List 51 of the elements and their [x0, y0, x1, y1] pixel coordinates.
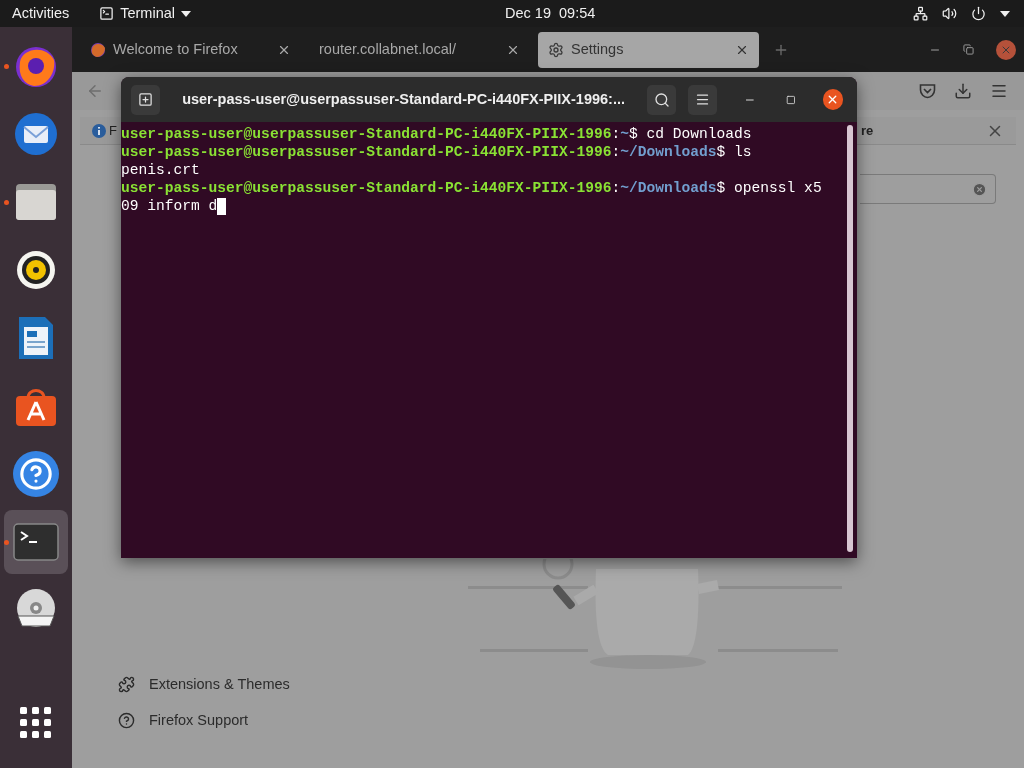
power-icon[interactable]: [971, 6, 986, 21]
tab-title: Settings: [571, 39, 624, 59]
menu-icon[interactable]: [990, 82, 1008, 100]
new-tab-button[interactable]: [131, 84, 161, 115]
menu-button[interactable]: [688, 84, 718, 115]
clock: Dec 19 09:54: [505, 3, 596, 23]
help-icon: [13, 451, 59, 497]
window-title: user-pass-user@userpassuser-Standard-PC-i440FX-PIIX-1996:...: [182, 89, 625, 109]
terminal-line: user-pass-user@userpassuser-Standard-PC-i440FX-PIIX-1996:~/Downloads$ ls: [121, 143, 752, 161]
terminal-icon: [99, 6, 115, 21]
terminal-line: penis.crt: [121, 161, 200, 179]
tab-title: router.collabnet.local/: [319, 39, 457, 59]
grid-icon: [20, 707, 52, 739]
info-icon: [92, 123, 106, 138]
terminal-line: 09 inform d: [121, 197, 218, 215]
download-icon[interactable]: [954, 82, 972, 100]
volume-icon[interactable]: [942, 6, 957, 21]
browser-tab[interactable]: router.collabnet.local/: [309, 31, 530, 68]
browser-tab[interactable]: Settings: [538, 31, 759, 68]
activities-button[interactable]: Activities: [12, 2, 70, 25]
pocket-icon[interactable]: [919, 83, 936, 99]
footer-link[interactable]: Extensions & Themes: [118, 674, 1024, 696]
close-button[interactable]: [822, 89, 843, 110]
speaker-icon: [16, 250, 56, 290]
search-button[interactable]: [647, 84, 677, 115]
app-menu[interactable]: Terminal: [99, 2, 191, 25]
footer-link[interactable]: Firefox Support: [118, 709, 1024, 732]
terminal-line: user-pass-user@userpassuser-Standard-PC-i440FX-PIIX-1996:~$ cd Downloads: [121, 125, 752, 143]
maximize-icon[interactable]: [785, 94, 796, 105]
restore-icon[interactable]: [963, 44, 974, 55]
caret-icon: [181, 10, 191, 17]
help-icon: [118, 712, 135, 730]
terminal-icon: [13, 523, 59, 561]
settings-icon: [548, 41, 564, 58]
notification-text: F: [109, 121, 117, 140]
caret-icon[interactable]: [1000, 10, 1010, 17]
new-tab-icon: [138, 92, 154, 107]
scrollbar[interactable]: [847, 125, 853, 552]
browser-icon: [90, 41, 106, 58]
mail-icon: [12, 110, 60, 158]
tab-title: Welcome to Firefox: [113, 39, 238, 59]
browser-tab[interactable]: Welcome to Firefox: [80, 31, 301, 68]
search-icon: [653, 91, 670, 108]
notification-text: re: [860, 121, 874, 140]
puzzle-icon: [118, 676, 135, 694]
network-icon[interactable]: [913, 6, 928, 21]
menu-icon: [695, 92, 711, 107]
clear-icon[interactable]: [972, 181, 987, 197]
document-icon: [17, 315, 55, 361]
search-field[interactable]: [860, 174, 996, 204]
terminal-line: user-pass-user@userpassuser-Standard-PC-i440FX-PIIX-1996:~/Downloads$ openssl x5: [121, 179, 822, 197]
